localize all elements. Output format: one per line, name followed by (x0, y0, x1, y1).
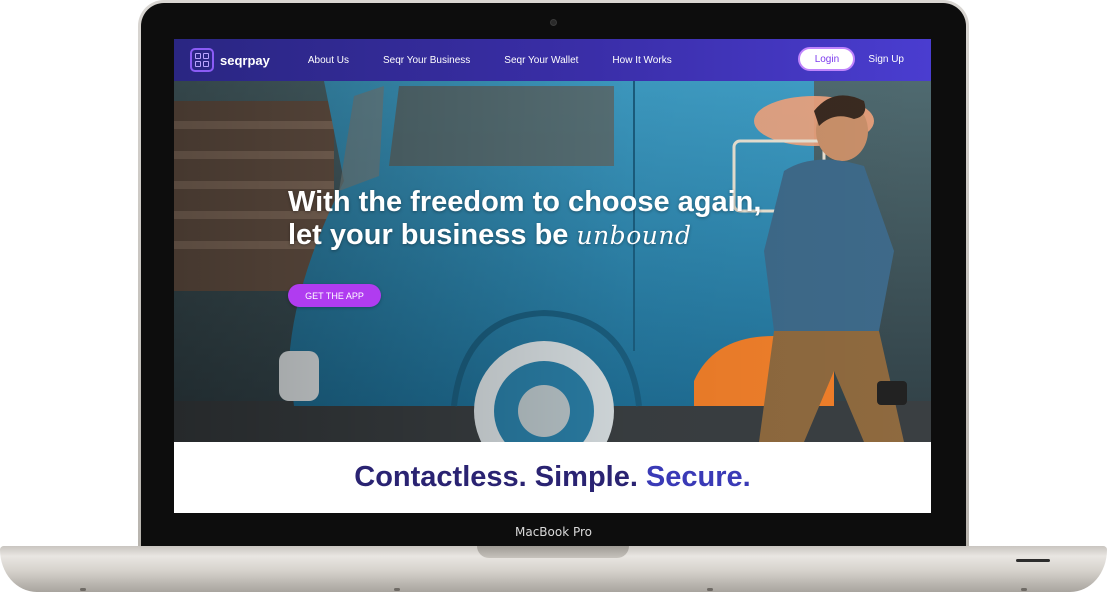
brand-logo[interactable]: seqrpay (190, 48, 270, 72)
laptop-foot (80, 588, 86, 591)
nav-links: About Us Seqr Your Business Seqr Your Wa… (308, 55, 706, 66)
hero-script-word: unbound (576, 221, 692, 250)
hero-title-line2: let your business be (288, 219, 569, 251)
tagline-text: Contactless. Simple. (354, 461, 638, 493)
login-button[interactable]: Login (798, 47, 856, 71)
laptop-foot (1021, 588, 1027, 591)
nav-auth: Login Sign Up (798, 47, 904, 71)
nav-link-about-us[interactable]: About Us (308, 55, 349, 66)
hero-photo (174, 81, 931, 442)
device-label: MacBook Pro (514, 525, 593, 539)
tagline-accent: Secure. (645, 461, 751, 493)
nav-link-seqr-your-wallet[interactable]: Seqr Your Wallet (504, 55, 578, 66)
get-the-app-button[interactable]: GET THE APP (288, 284, 381, 307)
signup-link[interactable]: Sign Up (868, 54, 904, 65)
lid-opening-notch (477, 546, 629, 558)
camera-icon (550, 19, 557, 26)
nav-link-how-it-works[interactable]: How It Works (612, 55, 671, 66)
nav-link-seqr-your-business[interactable]: Seqr Your Business (383, 55, 470, 66)
top-navbar: seqrpay About Us Seqr Your Business Seqr… (174, 39, 931, 81)
tagline-section: Contactless. Simple. Secure. (174, 442, 931, 513)
qr-grid-icon (190, 48, 214, 72)
website-screen: seqrpay About Us Seqr Your Business Seqr… (174, 39, 931, 513)
hero-title-line1: With the freedom to choose again, (288, 186, 762, 218)
hero-title: With the freedom to choose again, let yo… (288, 186, 761, 252)
laptop-foot (707, 588, 713, 591)
brand-name: seqrpay (220, 52, 270, 68)
status-light-icon (1016, 559, 1050, 562)
laptop-foot (394, 588, 400, 591)
hero-section: With the freedom to choose again, let yo… (174, 81, 931, 442)
